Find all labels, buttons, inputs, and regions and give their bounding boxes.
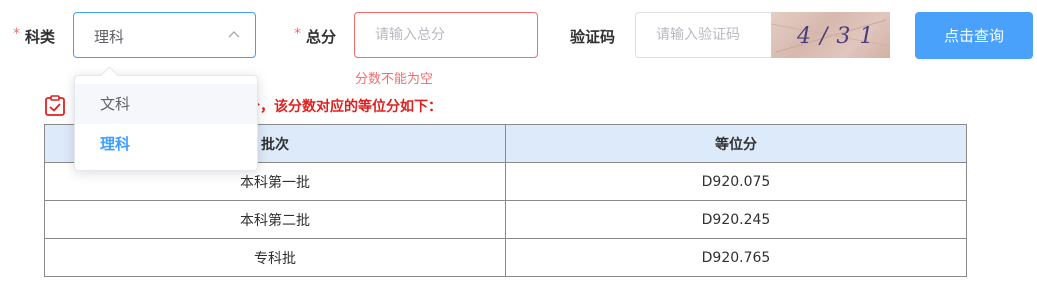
result-description: 分，该分数对应的等位分如下： [246,99,442,115]
table-row: 专科批 D920.765 [44,238,967,277]
table-cell-batch: 本科第二批 [44,200,506,239]
captcha-image[interactable]: 4/31 [770,12,891,58]
table-cell-score: D920.245 [505,200,967,239]
subject-select-value: 理科 [94,28,125,46]
score-error-text: 分数不能为空 [355,72,434,87]
captcha-noise: 4/31 [770,19,891,53]
table-row: 本科第二批 D920.245 [44,200,967,239]
score-input[interactable] [355,13,537,57]
chevron-up-icon [228,31,240,38]
captcha-input[interactable] [636,13,772,57]
captcha-field[interactable] [635,12,772,58]
table-cell-score: D920.075 [505,162,967,201]
subject-required-mark: * [13,26,20,42]
subject-select[interactable]: 理科 [73,12,256,58]
captcha-label: 验证码 [570,28,616,46]
subject-label: 科类 [25,28,56,46]
score-field[interactable] [354,12,538,58]
clipboard-check-icon [45,95,65,116]
score-required-mark: * [294,26,301,42]
table-cell-batch: 专科批 [44,238,506,277]
dropdown-option-arts[interactable]: 文科 [75,84,257,124]
captcha-text: 4/31 [796,24,882,49]
dropdown-option-science[interactable]: 理科 [75,124,257,164]
column-header-score: 等位分 [505,124,967,163]
score-label: 总分 [306,28,337,46]
subject-dropdown: 文科 理科 [74,66,258,171]
dropdown-arrow [100,66,119,85]
table-cell-score: D920.765 [505,238,967,277]
query-button[interactable]: 点击查询 [915,12,1033,59]
